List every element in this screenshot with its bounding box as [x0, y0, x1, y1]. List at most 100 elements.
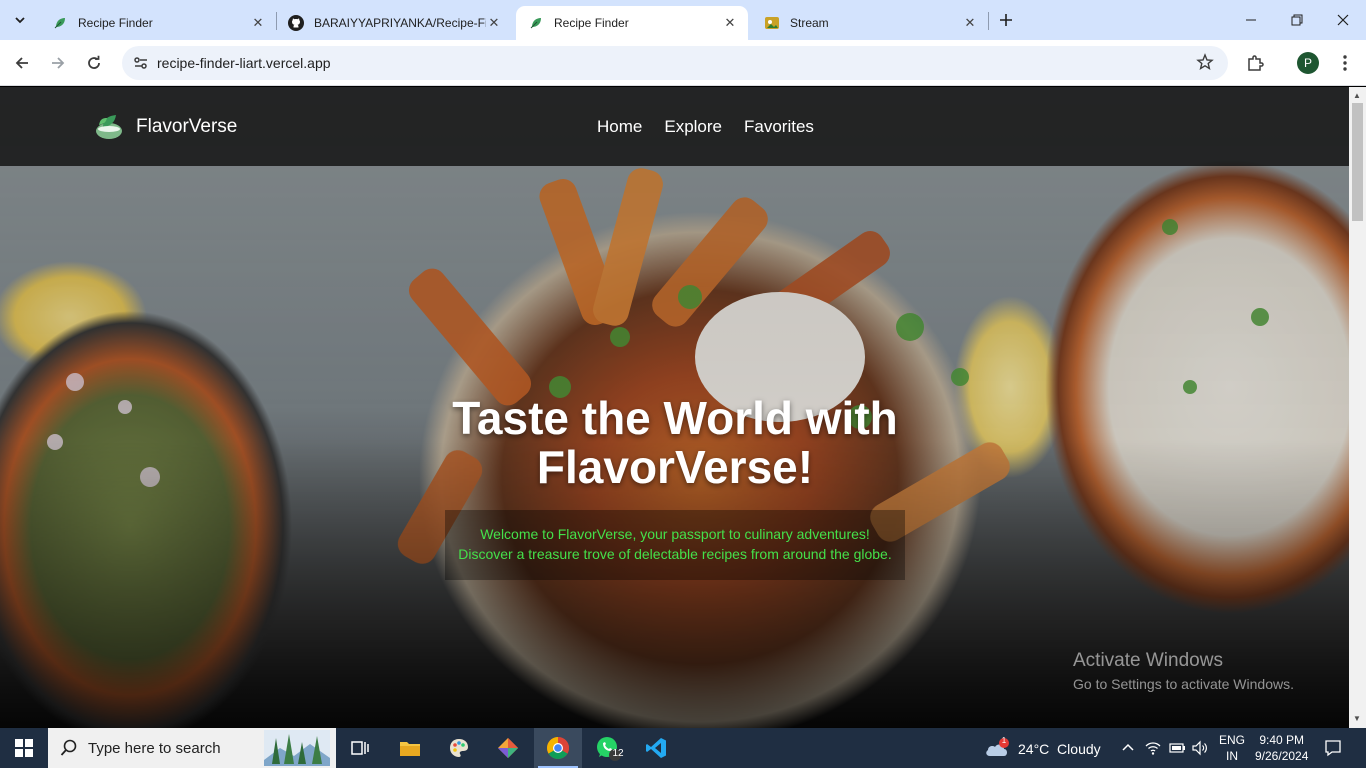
tab-github[interactable]: BARAIYYAPRIYANKA/Recipe-Fin ✕ [276, 6, 512, 40]
address-bar[interactable]: recipe-finder-liart.vercel.app [122, 46, 1228, 80]
notifications-button[interactable] [1324, 739, 1342, 760]
minimize-button[interactable] [1228, 0, 1274, 40]
git-app-button[interactable] [484, 728, 532, 768]
hero-section: FlavorVerse Home Explore Favorites Taste… [0, 87, 1349, 728]
main-nav: Home Explore Favorites [597, 117, 814, 137]
new-tab-button[interactable] [994, 8, 1018, 32]
git-diamond-icon [498, 738, 518, 758]
nav-explore[interactable]: Explore [664, 117, 722, 137]
watermark-line2: Go to Settings to activate Windows. [1073, 676, 1294, 692]
watermark-line1: Activate Windows [1073, 650, 1223, 671]
hero-sub-line2: Discover a treasure trove of delectable … [458, 546, 892, 562]
arrow-right-icon [52, 57, 65, 69]
site-navbar: FlavorVerse Home Explore Favorites [0, 87, 1349, 166]
weather-alert-badge: 1 [1001, 736, 1007, 745]
hero-subtitle-box: Welcome to FlavorVerse, your passport to… [445, 510, 905, 580]
puzzle-icon [1248, 55, 1264, 71]
reload-icon [88, 55, 100, 69]
arrow-left-icon [15, 57, 28, 69]
profile-avatar[interactable]: P [1297, 52, 1319, 74]
close-icon [1337, 14, 1349, 26]
forward-button[interactable] [44, 49, 72, 77]
hero-title: Taste the World with FlavorVerse! [330, 394, 1020, 492]
page-scrollbar[interactable]: ▲ ▼ [1349, 87, 1366, 728]
task-view-button[interactable] [336, 728, 384, 768]
taskbar-search-box[interactable]: Type here to search [48, 728, 336, 768]
search-icon [60, 739, 77, 756]
volume-tray[interactable] [1192, 740, 1208, 759]
speaker-icon [1192, 740, 1207, 756]
bowl-logo-icon [96, 115, 122, 139]
file-explorer-button[interactable] [386, 728, 434, 768]
more-vertical-icon [1343, 55, 1347, 71]
leaf-favicon-icon [528, 15, 544, 31]
tab-title: Stream [790, 16, 829, 30]
weather-widget[interactable]: 1 24°C Cloudy [984, 736, 1101, 760]
notification-icon [1325, 740, 1341, 757]
clock-time: 9:40 PM [1259, 733, 1305, 747]
back-button[interactable] [8, 49, 36, 77]
nav-favorites[interactable]: Favorites [744, 117, 814, 137]
search-placeholder: Type here to search [88, 740, 221, 757]
github-icon [288, 15, 304, 31]
network-tray[interactable] [1145, 740, 1161, 759]
hero-title-line2: FlavorVerse! [536, 441, 814, 493]
tab-recipe-finder-active[interactable]: Recipe Finder ✕ [516, 6, 748, 40]
weather-text: 24°C Cloudy [1018, 741, 1101, 757]
close-tab-icon[interactable]: ✕ [962, 15, 978, 31]
scroll-up-arrow-icon[interactable]: ▲ [1353, 91, 1361, 100]
chevron-up-icon [1122, 743, 1134, 751]
lang-line1: ENG [1219, 733, 1246, 747]
activate-windows-watermark: Activate Windows Go to Settings to activ… [1073, 650, 1294, 692]
chevron-down-icon [15, 17, 25, 24]
tab-title: Recipe Finder [554, 16, 629, 30]
task-view-icon [351, 741, 369, 755]
close-window-button[interactable] [1320, 0, 1366, 40]
palette-icon [450, 739, 468, 757]
chrome-taskbar-button[interactable] [534, 728, 582, 768]
whatsapp-taskbar-button[interactable]: 12 [584, 728, 632, 768]
landscape-search-highlight-icon [264, 730, 330, 766]
start-button[interactable] [0, 728, 48, 768]
battery-tray[interactable] [1168, 740, 1186, 759]
menu-button[interactable] [1333, 51, 1357, 75]
hero-title-line1: Taste the World with [452, 392, 898, 444]
extensions-button[interactable] [1243, 51, 1267, 75]
tab-title: Recipe Finder [78, 16, 153, 30]
paint-app-button[interactable] [435, 728, 483, 768]
input-language-indicator[interactable]: ENG IN [1219, 732, 1245, 764]
close-tab-icon[interactable]: ✕ [486, 15, 502, 31]
brand-name: FlavorVerse [136, 116, 238, 137]
tab-title: BARAIYYAPRIYANKA/Recipe-Fin [314, 16, 486, 30]
stream-favicon-icon [764, 15, 780, 31]
scrollbar-thumb[interactable] [1352, 103, 1363, 221]
nav-home[interactable]: Home [597, 117, 642, 137]
leaf-favicon-icon [52, 15, 68, 31]
windows-taskbar: Type here to search 12 1 24°C Cloudy ENG… [0, 728, 1366, 768]
close-tab-icon[interactable]: ✕ [722, 15, 738, 31]
vscode-taskbar-button[interactable] [632, 728, 680, 768]
url-text[interactable]: recipe-finder-liart.vercel.app [157, 55, 331, 71]
restore-button[interactable] [1274, 0, 1320, 40]
folder-icon [400, 742, 420, 756]
clock-date: 9/26/2024 [1255, 749, 1309, 763]
tab-strip: Recipe Finder ✕ BARAIYYAPRIYANKA/Recipe-… [0, 0, 1366, 40]
site-settings-icon[interactable] [132, 54, 150, 77]
minimize-icon [1246, 19, 1256, 21]
vscode-icon [646, 738, 666, 758]
windows-logo-icon [15, 739, 33, 757]
browser-toolbar: recipe-finder-liart.vercel.app [0, 40, 1366, 86]
reload-button[interactable] [80, 49, 108, 77]
system-clock[interactable]: 9:40 PM 9/26/2024 [1255, 732, 1308, 764]
brand-logo-link[interactable]: FlavorVerse [94, 111, 237, 143]
close-tab-icon[interactable]: ✕ [250, 15, 266, 31]
wifi-icon [1145, 742, 1161, 755]
bookmark-star-icon[interactable] [1196, 53, 1214, 76]
tab-stream[interactable]: Stream ✕ [752, 6, 988, 40]
scroll-down-arrow-icon[interactable]: ▼ [1353, 714, 1361, 723]
tab-recipe-finder-1[interactable]: Recipe Finder ✕ [40, 6, 276, 40]
show-hidden-icons-button[interactable] [1121, 740, 1135, 757]
restore-icon [1291, 14, 1303, 26]
tab-search-button[interactable] [7, 8, 33, 32]
battery-icon [1169, 743, 1185, 753]
